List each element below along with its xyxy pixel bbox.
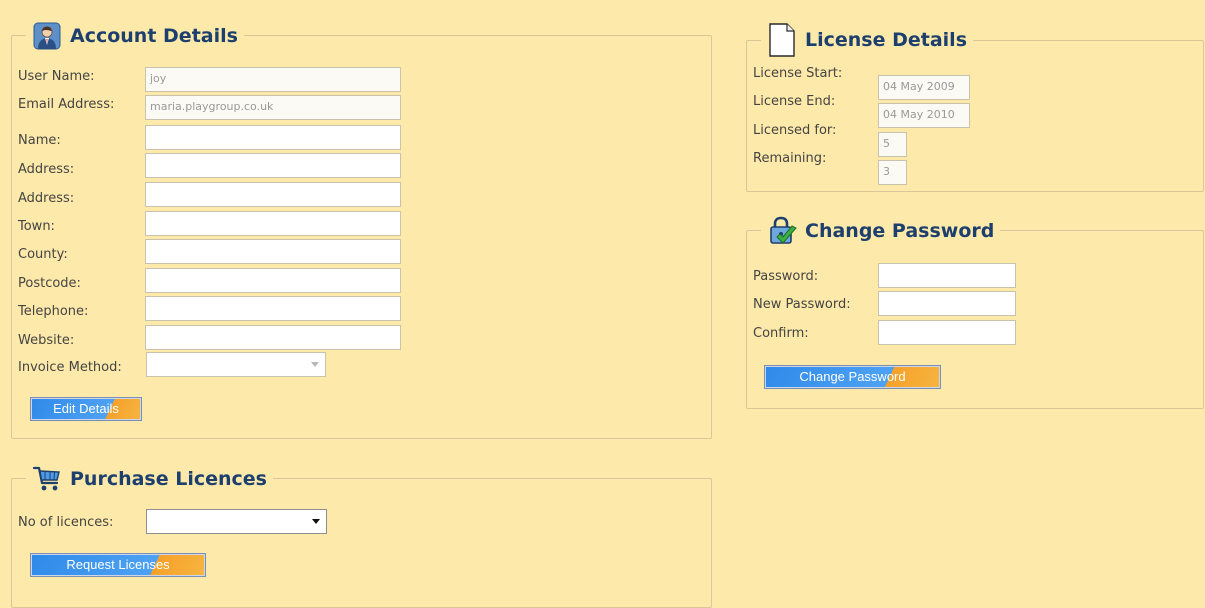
invoice-method-row: Invoice Method: xyxy=(18,360,122,375)
license-start-field[interactable]: 04 May 2009 xyxy=(878,75,970,100)
telephone-label: Telephone: xyxy=(18,304,89,319)
confirm-row: Confirm: xyxy=(753,326,809,341)
license-details-panel: License Details License Start: 04 May 20… xyxy=(746,20,1204,192)
licensed-for-field[interactable]: 5 xyxy=(878,132,907,157)
new-password-row: New Password: xyxy=(753,297,851,312)
address2-field[interactable] xyxy=(145,182,401,207)
license-details-title: License Details xyxy=(805,29,968,51)
lock-check-icon xyxy=(767,216,797,246)
new-password-field[interactable] xyxy=(878,291,1016,316)
chevron-down-icon xyxy=(311,362,319,367)
email-label: Email Address: xyxy=(18,97,115,112)
account-details-header: Account Details xyxy=(26,20,244,52)
invoice-method-select[interactable] xyxy=(146,352,326,377)
change-password-panel: Change Password Password: New Password: … xyxy=(746,215,1204,409)
username-row: User Name: xyxy=(18,69,95,84)
purchase-licences-panel: Purchase Licences No of licences: Reques… xyxy=(11,463,712,608)
user-icon xyxy=(32,21,62,51)
name-label: Name: xyxy=(18,133,61,148)
county-row: County: xyxy=(18,247,68,262)
edit-details-button[interactable]: Edit Details xyxy=(30,397,142,421)
license-end-row: License End: xyxy=(753,94,835,109)
dropdown-arrow-icon xyxy=(312,519,320,524)
request-licenses-button[interactable]: Request Licenses xyxy=(30,553,206,577)
remaining-label: Remaining: xyxy=(753,151,827,166)
licensed-for-label: Licensed for: xyxy=(753,123,837,138)
address1-field[interactable] xyxy=(145,153,401,178)
website-field[interactable] xyxy=(145,325,401,350)
postcode-row: Postcode: xyxy=(18,276,81,291)
county-label: County: xyxy=(18,247,68,262)
license-end-label: License End: xyxy=(753,94,836,109)
address1-label: Address: xyxy=(18,162,75,177)
password-row: Password: xyxy=(753,269,818,284)
postcode-field[interactable] xyxy=(145,268,401,293)
cart-icon xyxy=(32,464,62,494)
email-field[interactable]: maria.playgroup.co.uk xyxy=(145,95,401,120)
document-icon xyxy=(767,22,797,58)
password-label: Password: xyxy=(753,269,819,284)
account-details-title: Account Details xyxy=(70,25,238,47)
telephone-row: Telephone: xyxy=(18,304,88,319)
remaining-row: Remaining: xyxy=(753,151,826,166)
licensed-for-row: Licensed for: xyxy=(753,123,836,138)
account-details-panel: Account Details User Name: joy Email Add… xyxy=(11,20,712,439)
confirm-label: Confirm: xyxy=(753,326,809,341)
address2-row: Address: xyxy=(18,191,74,206)
name-field[interactable] xyxy=(145,125,401,150)
town-field[interactable] xyxy=(145,211,401,236)
county-field[interactable] xyxy=(145,239,401,264)
change-password-header: Change Password xyxy=(761,215,1001,247)
new-password-label: New Password: xyxy=(753,297,851,312)
email-row: Email Address: xyxy=(18,97,114,112)
username-field[interactable]: joy xyxy=(145,67,401,92)
town-label: Town: xyxy=(18,219,55,234)
address1-row: Address: xyxy=(18,162,74,177)
license-start-row: License Start: xyxy=(753,66,842,81)
website-row: Website: xyxy=(18,333,74,348)
username-label: User Name: xyxy=(18,69,95,84)
remaining-field[interactable]: 3 xyxy=(878,160,907,185)
invoice-method-label: Invoice Method: xyxy=(18,360,122,375)
licences-select[interactable] xyxy=(146,509,327,534)
license-start-label: License Start: xyxy=(753,66,843,81)
password-field[interactable] xyxy=(878,263,1016,288)
postcode-label: Postcode: xyxy=(18,276,81,291)
purchase-licences-header: Purchase Licences xyxy=(26,463,273,495)
license-details-header: License Details xyxy=(761,20,974,60)
telephone-field[interactable] xyxy=(145,296,401,321)
website-label: Website: xyxy=(18,333,75,348)
licences-label: No of licences: xyxy=(18,515,114,530)
license-end-field[interactable]: 04 May 2010 xyxy=(878,103,970,128)
confirm-field[interactable] xyxy=(878,320,1016,345)
purchase-licences-title: Purchase Licences xyxy=(70,468,267,490)
change-password-button[interactable]: Change Password xyxy=(764,365,941,389)
licences-row: No of licences: xyxy=(18,515,113,530)
change-password-title: Change Password xyxy=(805,220,995,242)
address2-label: Address: xyxy=(18,191,75,206)
town-row: Town: xyxy=(18,219,55,234)
name-row: Name: xyxy=(18,133,61,148)
